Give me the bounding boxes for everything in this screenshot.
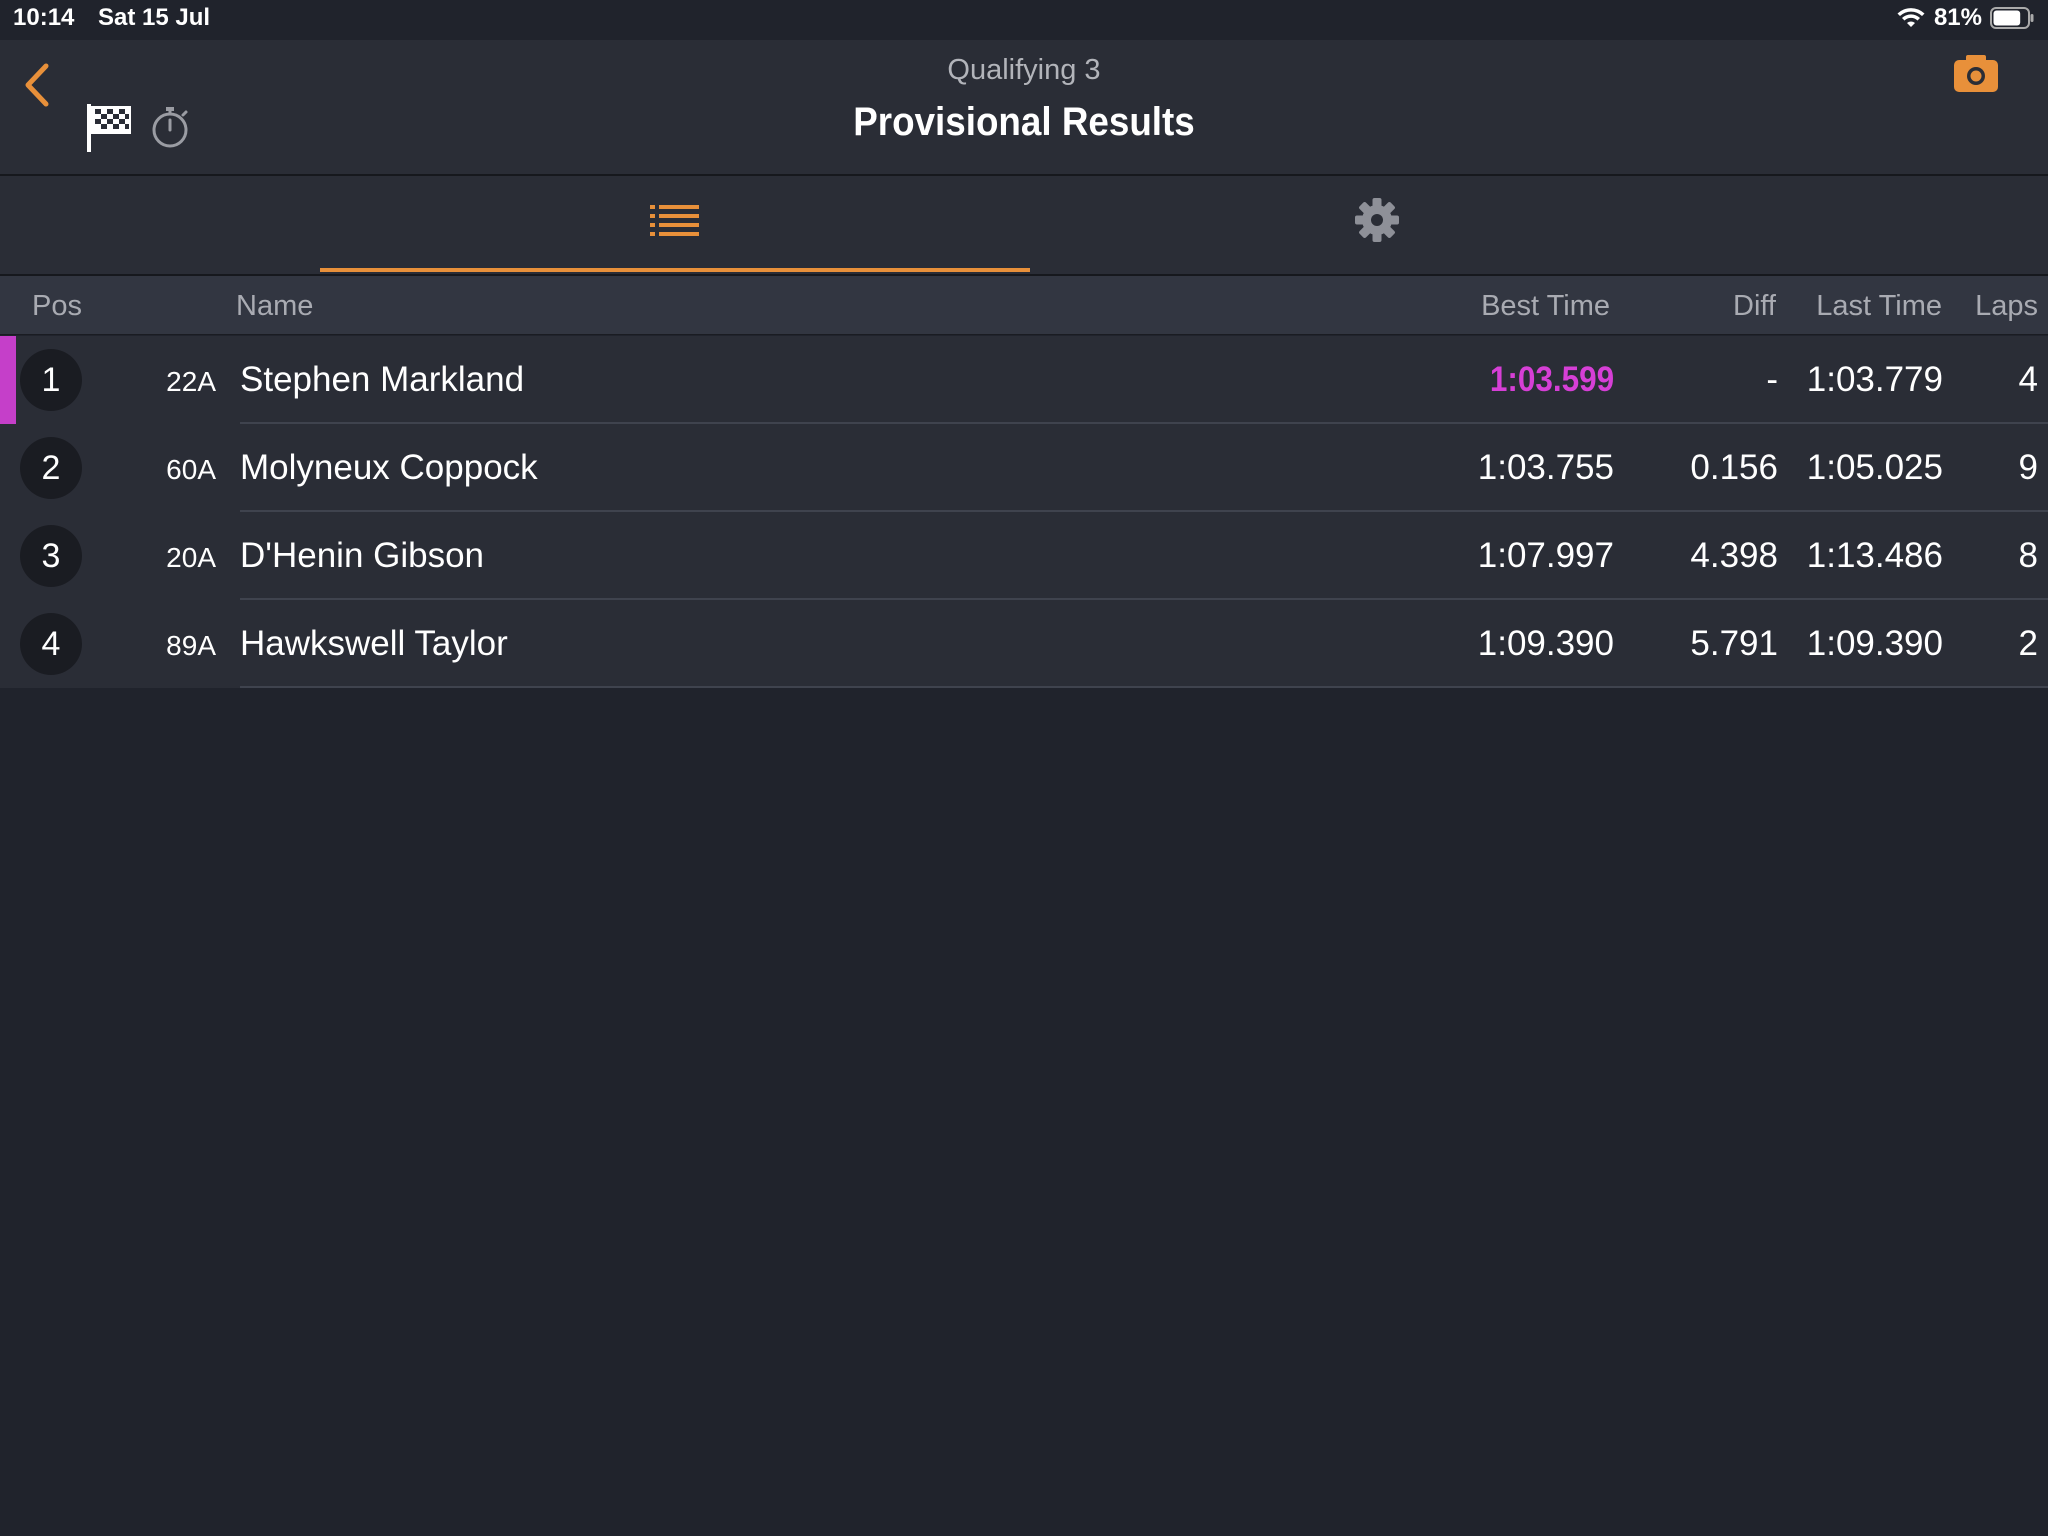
tab-results-list[interactable] xyxy=(320,176,1030,274)
page-title: Provisional Results xyxy=(853,100,1195,144)
lap-count: 2 xyxy=(2018,624,2038,663)
table-row[interactable]: 2 60A Molyneux Coppock 1:03.755 0.156 1:… xyxy=(0,424,2048,512)
col-last-time: Last Time xyxy=(1816,290,1942,322)
gear-icon xyxy=(1355,198,1399,242)
wifi-icon xyxy=(1897,8,1925,27)
position-badge: 2 xyxy=(20,437,82,499)
best-time: 1:03.755 xyxy=(1477,448,1614,487)
tab-settings[interactable] xyxy=(1030,176,1724,274)
lap-count: 8 xyxy=(2018,536,2038,575)
col-laps: Laps xyxy=(1975,290,2038,322)
driver-name: Hawkswell Taylor xyxy=(240,624,508,663)
best-time: 1:07.997 xyxy=(1477,536,1614,575)
car-number: 22A xyxy=(166,366,216,397)
row-divider xyxy=(240,686,2048,688)
position-badge: 4 xyxy=(20,613,82,675)
session-subtitle: Qualifying 3 xyxy=(947,54,1101,86)
battery-icon xyxy=(1990,7,2034,29)
active-tab-indicator xyxy=(320,268,1030,272)
col-best-time: Best Time xyxy=(1481,290,1610,322)
best-time: 1:03.599 xyxy=(1489,360,1614,399)
diff-time: 5.791 xyxy=(1690,624,1778,663)
diff-time: - xyxy=(1766,360,1778,399)
table-row[interactable]: 1 22A Stephen Markland 1:03.599 - 1:03.7… xyxy=(0,336,2048,424)
fastest-lap-marker xyxy=(0,336,16,424)
table-row[interactable]: 4 89A Hawkswell Taylor 1:09.390 5.791 1:… xyxy=(0,600,2048,688)
camera-icon[interactable] xyxy=(1952,52,2002,94)
position-badge: 3 xyxy=(20,525,82,587)
car-number: 60A xyxy=(166,454,216,485)
nav-header: Qualifying 3 Provisional Results xyxy=(0,40,2048,176)
driver-name: Molyneux Coppock xyxy=(240,448,538,487)
table-row[interactable]: 3 20A D'Henin Gibson 1:07.997 4.398 1:13… xyxy=(0,512,2048,600)
position-badge: 1 xyxy=(20,349,82,411)
col-pos: Pos xyxy=(32,290,82,322)
status-time: 10:14 xyxy=(13,4,75,31)
car-number: 89A xyxy=(166,630,216,661)
col-name: Name xyxy=(236,290,314,322)
status-date: Sat 15 Jul xyxy=(98,4,211,31)
lap-count: 9 xyxy=(2018,448,2038,487)
diff-time: 4.398 xyxy=(1690,536,1778,575)
car-number: 20A xyxy=(166,542,216,573)
last-time: 1:13.486 xyxy=(1806,536,1943,575)
table-header: Pos Name Best Time Diff Last Time Laps xyxy=(0,276,2048,335)
status-bar: 10:14 Sat 15 Jul 81% xyxy=(0,0,2048,40)
status-right: 81% xyxy=(1896,4,2034,32)
battery-percent: 81% xyxy=(1933,4,1982,31)
list-icon xyxy=(650,205,699,236)
lap-count: 4 xyxy=(2018,360,2038,399)
diff-time: 0.156 xyxy=(1690,448,1778,487)
last-time: 1:05.025 xyxy=(1806,448,1943,487)
last-time: 1:03.779 xyxy=(1806,360,1943,399)
col-diff: Diff xyxy=(1733,290,1776,322)
last-time: 1:09.390 xyxy=(1806,624,1943,663)
best-time: 1:09.390 xyxy=(1477,624,1614,663)
driver-name: Stephen Markland xyxy=(240,360,525,399)
driver-name: D'Henin Gibson xyxy=(240,536,485,575)
segment-tab-bar xyxy=(0,176,2048,276)
